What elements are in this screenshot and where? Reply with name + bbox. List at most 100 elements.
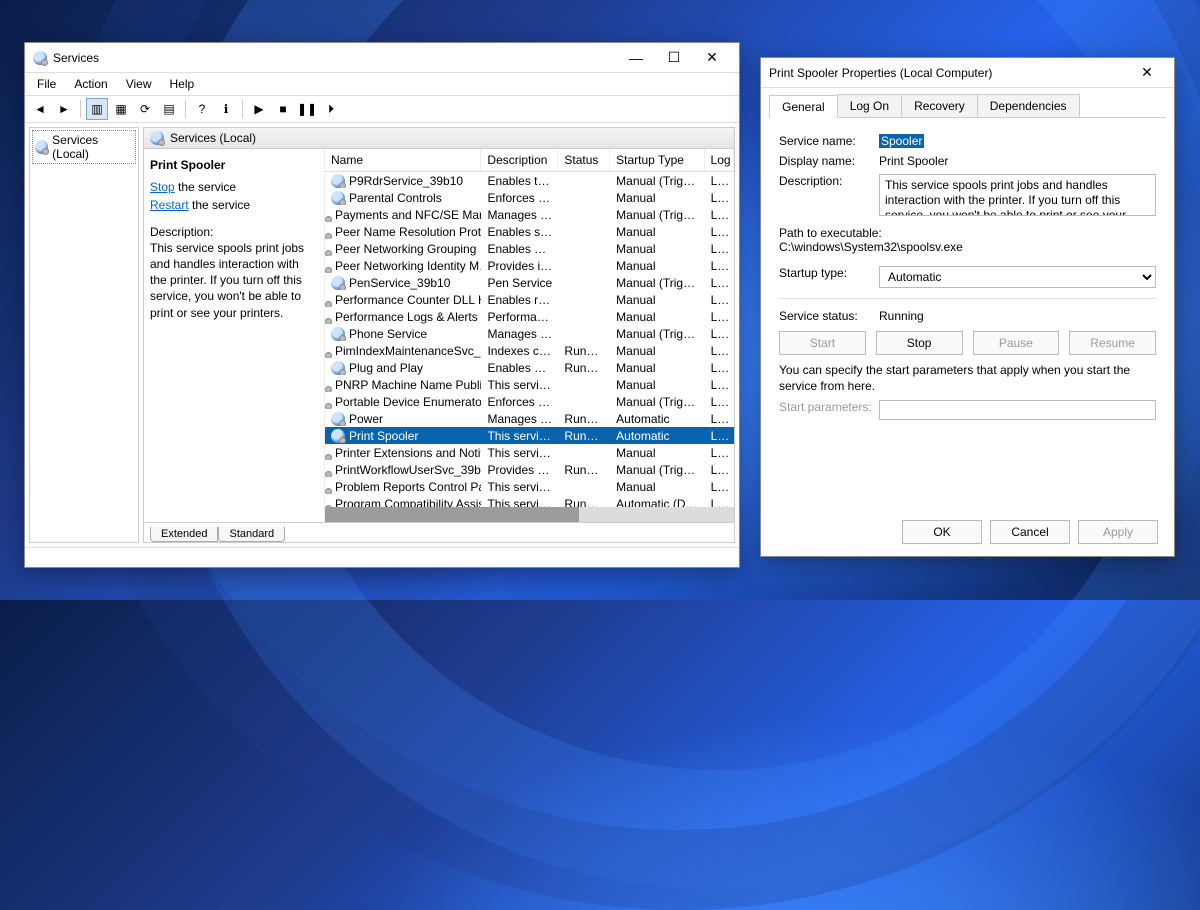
menu-action[interactable]: Action <box>66 75 115 93</box>
service-row[interactable]: PNRP Machine Name Public…This service …M… <box>325 376 734 393</box>
value-service-status: Running <box>879 309 1156 323</box>
stop-service-button[interactable]: ■ <box>272 98 294 120</box>
service-name: PrintWorkflowUserSvc_39b10 <box>335 463 481 477</box>
service-name: Power <box>349 412 383 426</box>
startup-type-select[interactable]: Automatic <box>879 266 1156 288</box>
console-tree[interactable]: Services (Local) <box>29 127 139 543</box>
titlebar[interactable]: Print Spooler Properties (Local Computer… <box>761 58 1174 88</box>
refresh-button[interactable]: ⟳ <box>134 98 156 120</box>
restart-service-link[interactable]: Restart <box>150 198 189 212</box>
col-name[interactable]: Name <box>325 149 481 171</box>
titlebar[interactable]: Services — ☐ ✕ <box>25 43 739 73</box>
start-service-button[interactable]: ▶ <box>248 98 270 120</box>
service-desc: This service … <box>481 429 558 443</box>
service-row[interactable]: Problem Reports Control Pa…This service … <box>325 478 734 495</box>
main-header: Services (Local) <box>144 128 734 149</box>
menu-file[interactable]: File <box>29 75 64 93</box>
service-log-on: Loc <box>705 344 734 358</box>
minimize-button[interactable]: — <box>617 44 655 72</box>
label-service-status: Service status: <box>779 309 879 323</box>
service-row[interactable]: PimIndexMaintenanceSvc_3…Indexes cont…Ru… <box>325 342 734 359</box>
ok-button[interactable]: OK <box>902 520 982 544</box>
tab-general[interactable]: General <box>769 95 838 118</box>
tab-log-on[interactable]: Log On <box>837 94 902 117</box>
service-desc: Indexes cont… <box>481 344 558 358</box>
label-path: Path to executable: <box>779 226 1156 240</box>
service-name: Performance Counter DLL H… <box>335 293 481 307</box>
label-startup-type: Startup type: <box>779 266 879 280</box>
service-row[interactable]: Print SpoolerThis service …RunningAutoma… <box>325 427 734 444</box>
close-button[interactable]: ✕ <box>693 44 731 72</box>
service-log-on: Loc <box>705 429 734 443</box>
tab-standard[interactable]: Standard <box>218 527 285 542</box>
restart-service-button[interactable]: ⏵ <box>320 98 342 120</box>
service-row[interactable]: Peer Networking Identity M…Provides ide…… <box>325 257 734 274</box>
service-row[interactable]: P9RdrService_39b10Enables trig…Manual (T… <box>325 172 734 189</box>
menu-view[interactable]: View <box>118 75 160 93</box>
horizontal-scrollbar[interactable] <box>325 507 734 522</box>
stop-button[interactable]: Stop <box>876 331 963 355</box>
service-name: Phone Service <box>349 327 427 341</box>
close-button[interactable]: ✕ <box>1128 59 1166 87</box>
stop-service-link[interactable]: Stop <box>150 180 175 194</box>
tab-recovery[interactable]: Recovery <box>901 94 978 117</box>
properties-button[interactable]: ▦ <box>110 98 132 120</box>
services-icon <box>33 51 47 65</box>
service-row[interactable]: Peer Name Resolution Proto…Enables serv…… <box>325 223 734 240</box>
pause-service-button[interactable]: ❚❚ <box>296 98 318 120</box>
service-row[interactable]: Printer Extensions and Notifi…This servi… <box>325 444 734 461</box>
service-row[interactable]: Performance Counter DLL H…Enables rem…Ma… <box>325 291 734 308</box>
col-description[interactable]: Description <box>481 149 558 171</box>
service-startup-type: Manual <box>610 480 704 494</box>
scroll-thumb[interactable] <box>325 507 579 522</box>
service-desc: Performance… <box>481 310 558 324</box>
gear-icon <box>331 276 345 290</box>
service-row[interactable]: Payments and NFC/SE Manag…Manages pa…Man… <box>325 206 734 223</box>
pause-button: Pause <box>973 331 1060 355</box>
info-button[interactable]: ℹ <box>215 98 237 120</box>
tab-extended[interactable]: Extended <box>150 527 218 542</box>
service-status: Running <box>558 429 610 443</box>
service-name: P9RdrService_39b10 <box>349 174 463 188</box>
tree-services-local[interactable]: Services (Local) <box>32 130 136 164</box>
services-list[interactable]: P9RdrService_39b10Enables trig…Manual (T… <box>325 172 734 507</box>
col-status[interactable]: Status <box>558 149 610 171</box>
service-desc: This service … <box>481 378 558 392</box>
export-button[interactable]: ▤ <box>158 98 180 120</box>
service-row[interactable]: Performance Logs & AlertsPerformance…Man… <box>325 308 734 325</box>
column-headers[interactable]: Name Description Status Startup Type Log <box>325 149 734 172</box>
tab-dependencies[interactable]: Dependencies <box>977 94 1080 117</box>
detail-pane: Print Spooler Stop the service Restart t… <box>144 149 324 522</box>
gear-icon <box>331 361 345 375</box>
label-display-name: Display name: <box>779 154 879 168</box>
forward-button[interactable]: ► <box>53 98 75 120</box>
service-status: Running <box>558 361 610 375</box>
service-name: Peer Networking Identity M… <box>335 259 481 273</box>
service-row[interactable]: Program Compatibility Assis…This service… <box>325 495 734 507</box>
service-row[interactable]: Peer Networking GroupingEnables mul…Manu… <box>325 240 734 257</box>
maximize-button[interactable]: ☐ <box>655 44 693 72</box>
service-row[interactable]: PowerManages po…RunningAutomaticLoc <box>325 410 734 427</box>
start-parameters-input <box>879 400 1156 420</box>
service-row[interactable]: PrintWorkflowUserSvc_39b10Provides sup…R… <box>325 461 734 478</box>
value-service-name[interactable]: Spooler <box>879 134 924 148</box>
show-hide-tree-button[interactable]: ▥ <box>86 98 108 120</box>
start-button: Start <box>779 331 866 355</box>
gear-icon <box>35 140 48 154</box>
menu-help[interactable]: Help <box>162 75 203 93</box>
description-box[interactable]: This service spools print jobs and handl… <box>879 174 1156 216</box>
col-log-on-as[interactable]: Log <box>705 149 734 171</box>
service-log-on: Loc <box>705 412 734 426</box>
col-startup-type[interactable]: Startup Type <box>610 149 704 171</box>
service-row[interactable]: Parental ControlsEnforces par…ManualLoc <box>325 189 734 206</box>
service-log-on: Loc <box>705 361 734 375</box>
service-row[interactable]: PenService_39b10Pen ServiceManual (Trigg… <box>325 274 734 291</box>
window-title: Services <box>53 51 99 65</box>
help-button[interactable]: ? <box>191 98 213 120</box>
service-row[interactable]: Phone ServiceManages th…Manual (Trigg…Lo… <box>325 325 734 342</box>
cancel-button[interactable]: Cancel <box>990 520 1070 544</box>
service-row[interactable]: Plug and PlayEnables a co…RunningManualL… <box>325 359 734 376</box>
service-row[interactable]: Portable Device Enumerator …Enforces gro… <box>325 393 734 410</box>
label-description: Description: <box>779 174 879 188</box>
back-button[interactable]: ◄ <box>29 98 51 120</box>
